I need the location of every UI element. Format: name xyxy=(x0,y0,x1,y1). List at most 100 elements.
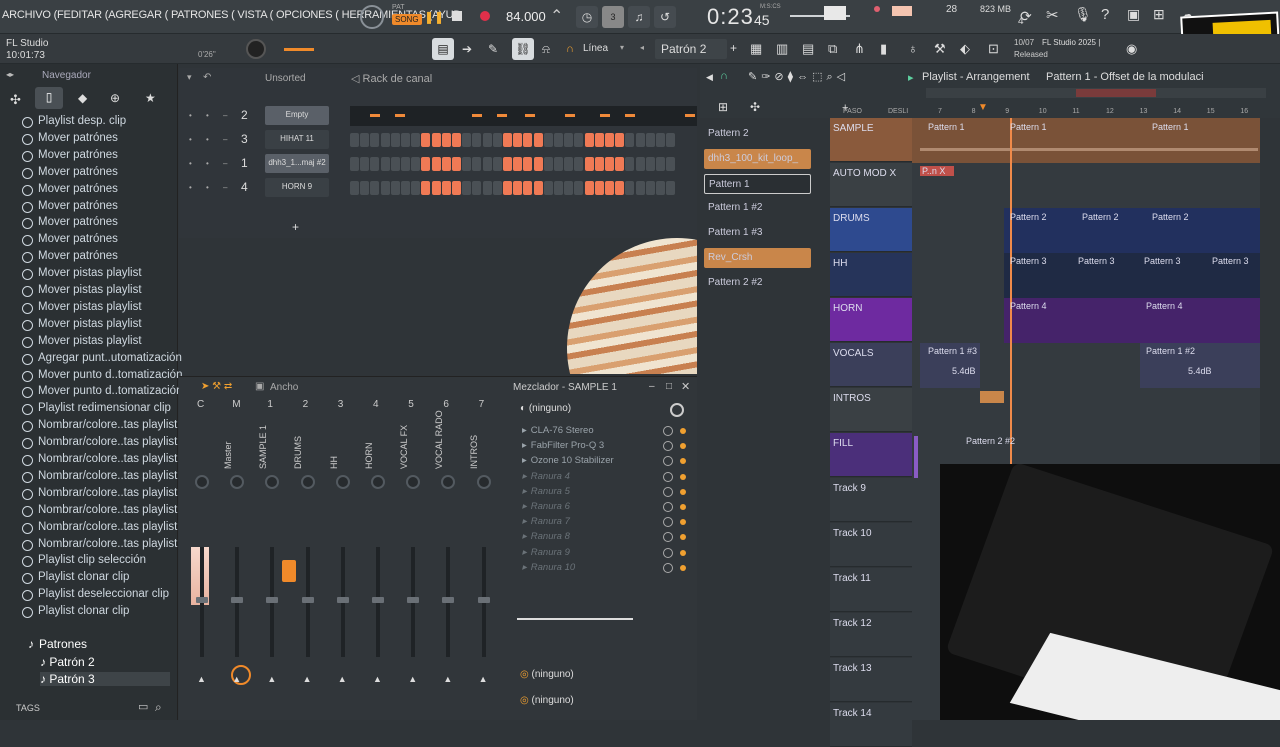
collapse-icon[interactable]: ◂▸ xyxy=(6,70,14,79)
browser-history-item[interactable]: Mover pistas playlist xyxy=(22,318,142,331)
step-button[interactable] xyxy=(635,157,645,171)
channel-rack-icon[interactable]: ▥ xyxy=(776,41,788,57)
step-button[interactable] xyxy=(513,181,523,195)
route-arrow-icon[interactable]: ▲ xyxy=(197,674,206,684)
tempo-display[interactable]: 84.000 xyxy=(506,9,546,24)
mixer-strip-number[interactable]: 5 xyxy=(408,399,414,410)
wait-icon[interactable]: ◷ xyxy=(576,6,598,28)
step-button[interactable] xyxy=(625,157,635,171)
send-select-1[interactable]: ◎ (ninguno) xyxy=(520,669,690,680)
step-button[interactable] xyxy=(564,181,574,195)
step-button[interactable] xyxy=(564,157,574,171)
save-icon[interactable]: ▣ xyxy=(1127,6,1140,23)
browser-history-item[interactable]: Mover patrónes xyxy=(22,183,118,196)
sliders-icon[interactable]: ⋔ xyxy=(854,41,865,57)
step-button[interactable] xyxy=(472,157,482,171)
track-header[interactable]: VOCALS xyxy=(830,343,912,387)
step-button[interactable] xyxy=(472,181,482,195)
minimize-icon[interactable]: – xyxy=(649,381,655,392)
step-button[interactable] xyxy=(401,181,410,195)
step-button[interactable] xyxy=(513,157,523,171)
browser-history-item[interactable]: Mover patrónes xyxy=(22,149,118,162)
step-button[interactable] xyxy=(380,133,390,147)
wrench-icon[interactable]: ⚒ xyxy=(934,41,946,57)
ruler-bar-number[interactable]: 12 xyxy=(1106,108,1114,115)
channel-number[interactable]: 3 xyxy=(241,132,248,146)
arrow-right-icon[interactable]: ➔ xyxy=(462,42,472,56)
step-button[interactable] xyxy=(594,133,604,147)
news-version[interactable]: FL Studio 2025 | xyxy=(1042,38,1100,47)
step-button[interactable] xyxy=(656,157,665,171)
browser-history-item[interactable]: Mover patrónes xyxy=(22,132,118,145)
step-button[interactable] xyxy=(594,181,604,195)
latency-icon[interactable] xyxy=(670,403,684,417)
step-button[interactable] xyxy=(452,157,461,171)
route-arrow-icon[interactable]: ▲ xyxy=(443,674,452,684)
track-header[interactable]: FILL xyxy=(830,433,912,477)
browser-pattern-2[interactable]: ♪ Patrón 3 xyxy=(40,672,170,686)
step-button[interactable] xyxy=(421,157,431,171)
step-button[interactable] xyxy=(615,181,625,195)
step-button[interactable] xyxy=(656,181,665,195)
step-button[interactable] xyxy=(472,133,482,147)
step-button[interactable] xyxy=(370,157,380,171)
channel-number[interactable]: 2 xyxy=(241,108,248,122)
channel-name-button[interactable]: HIHAT 11 xyxy=(265,130,329,149)
step-button[interactable] xyxy=(401,133,410,147)
pin-icon[interactable]: ◆ xyxy=(78,91,87,105)
step-button[interactable] xyxy=(523,157,533,171)
step-button[interactable] xyxy=(411,157,421,171)
browser-history-item[interactable]: Playlist clip selección xyxy=(21,554,146,568)
step-button[interactable] xyxy=(666,133,676,147)
scissors-icon[interactable]: ✂ xyxy=(1046,6,1059,24)
song-mode-button[interactable]: SONG xyxy=(392,14,422,25)
fader-handle[interactable] xyxy=(477,597,490,603)
star-icon[interactable]: ★ xyxy=(145,91,156,105)
browser-history-item[interactable]: Mover punto d..tomatización xyxy=(21,369,182,382)
pan-knob[interactable] xyxy=(230,475,245,489)
track-header[interactable]: Track 10 xyxy=(830,523,912,567)
ruler-bar-number[interactable]: 15 xyxy=(1207,108,1215,115)
step-button[interactable] xyxy=(441,181,451,195)
fader-handle[interactable] xyxy=(266,597,279,603)
expand-icon[interactable]: ✣ xyxy=(10,92,21,108)
send-select-2[interactable]: ◎ (ninguno) xyxy=(520,695,690,706)
step-button[interactable] xyxy=(431,133,441,147)
playlist-tools[interactable]: ✎✑⊘⧫⇔⬚⌕◁ xyxy=(748,70,849,84)
step-button[interactable] xyxy=(462,181,472,195)
step-button[interactable] xyxy=(523,133,533,147)
track-header[interactable]: HH xyxy=(830,253,912,297)
mix-level-slider[interactable] xyxy=(517,618,633,620)
pan-knob[interactable] xyxy=(406,475,421,489)
rack-filter[interactable]: Unsorted xyxy=(265,73,306,84)
browser-history-item[interactable]: Nombrar/colore..tas playlist xyxy=(21,453,177,466)
input-select[interactable]: ◐ (ninguno) xyxy=(520,403,571,414)
fader-handle[interactable] xyxy=(336,597,349,603)
browser-history-item[interactable]: Mover pistas playlist xyxy=(22,335,142,348)
master-pitch-slider[interactable] xyxy=(284,48,314,51)
playhead[interactable] xyxy=(1010,118,1012,478)
cart-icon[interactable]: ⊡ xyxy=(988,41,999,57)
browser-history-item[interactable]: Nombrar/colore..tas playlist xyxy=(21,436,177,450)
countdown-icon[interactable]: 3 xyxy=(602,6,624,28)
pattern-picker-item[interactable]: Pattern 2 xyxy=(704,124,811,144)
step-button[interactable] xyxy=(584,157,594,171)
browser-history-item[interactable]: Nombrar/colore..tas playlist xyxy=(21,470,177,483)
ruler-bar-number[interactable]: 11 xyxy=(1072,108,1079,115)
step-button[interactable] xyxy=(421,181,431,195)
clock-icon[interactable] xyxy=(360,5,384,29)
step-button[interactable] xyxy=(564,133,574,147)
add-track-icon[interactable]: + xyxy=(842,102,848,114)
pattern-picker-item[interactable]: Rev_Crsh xyxy=(704,248,811,268)
browser-history-item[interactable]: Playlist desp. clip xyxy=(21,115,126,128)
step-button[interactable] xyxy=(441,157,451,171)
step-button[interactable] xyxy=(605,157,614,171)
fader-handle[interactable] xyxy=(372,597,384,603)
files-icon[interactable]: ▯ xyxy=(35,87,63,109)
step-button[interactable] xyxy=(635,133,645,147)
slot-mix-knob[interactable] xyxy=(663,426,673,436)
step-button[interactable] xyxy=(350,133,359,147)
effect-slot[interactable]: ▸ CLA-76 Stereo xyxy=(522,425,594,436)
ruler-bar-number[interactable]: 9 xyxy=(1005,108,1009,115)
effect-slot[interactable]: ▸ Ranura 5 xyxy=(522,486,570,497)
